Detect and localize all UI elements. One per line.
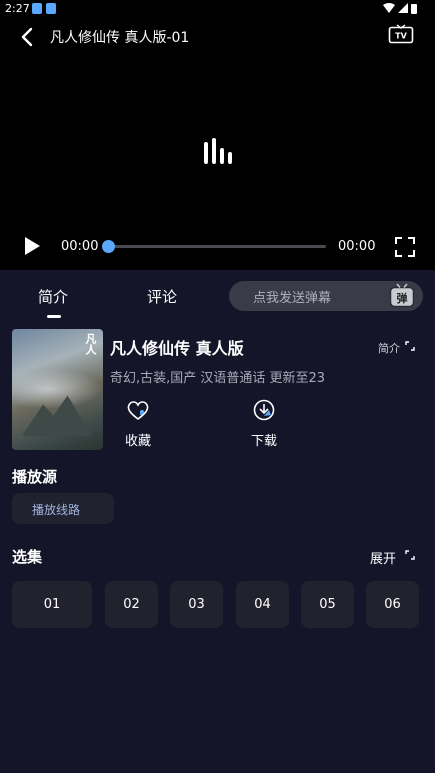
expand-corner-icon[interactable] xyxy=(405,341,415,351)
expand-episodes-link[interactable]: 展开 xyxy=(370,548,396,567)
seek-knob[interactable] xyxy=(102,240,115,253)
status-time: 2:27 xyxy=(5,2,30,15)
episode-item[interactable]: 05 xyxy=(301,581,354,628)
source-label: 播放线路 xyxy=(32,503,81,517)
video-title: 凡人修仙传 真人版-01 xyxy=(50,30,190,46)
signal-icon xyxy=(398,3,408,13)
seek-bar[interactable] xyxy=(102,240,326,253)
current-time: 00:00 xyxy=(61,239,99,254)
app-notification-icon xyxy=(46,3,56,14)
poster-caption: 凡人 xyxy=(84,333,97,355)
app-notification-icon xyxy=(32,3,42,14)
episode-item[interactable]: 01 xyxy=(12,581,92,628)
episode-item[interactable]: 03 xyxy=(170,581,223,628)
favorite-button[interactable]: 收藏 xyxy=(125,398,151,449)
episodes-heading: 选集 xyxy=(12,548,43,566)
episode-item[interactable]: 06 xyxy=(366,581,419,628)
show-poster: 凡人 xyxy=(12,329,103,450)
loading-indicator xyxy=(202,136,234,164)
battery-icon xyxy=(411,4,417,14)
tv-label: TV xyxy=(395,32,407,41)
episode-item[interactable]: 04 xyxy=(236,581,289,628)
download-button[interactable]: 下载 xyxy=(251,398,277,449)
sources-heading: 播放源 xyxy=(12,468,58,486)
show-title: 凡人修仙传 真人版 xyxy=(110,339,244,358)
wifi-icon xyxy=(383,3,395,13)
video-player[interactable]: 2:27 凡人修仙传 真人版-01 TV 00:00 00:00 xyxy=(0,0,435,270)
status-bar: 2:27 xyxy=(0,0,435,18)
back-arrow-icon[interactable] xyxy=(16,25,40,49)
active-tab-indicator xyxy=(47,315,61,318)
danmu-send-icon[interactable]: 弹 xyxy=(389,283,415,309)
intro-link[interactable]: 简介 xyxy=(378,340,400,356)
expand-corner-icon[interactable] xyxy=(405,550,415,560)
heart-icon xyxy=(127,401,149,421)
show-meta: 奇幻,古装,国产 汉语普通话 更新至23 xyxy=(110,371,326,386)
tab-intro[interactable]: 简介 xyxy=(38,286,68,307)
danmu-input[interactable]: 点我发送弹幕 弹 xyxy=(229,281,423,311)
favorite-label: 收藏 xyxy=(125,434,152,449)
tab-comments[interactable]: 评论 xyxy=(147,286,177,307)
danmu-button-label: 弹 xyxy=(397,291,408,305)
fullscreen-icon[interactable] xyxy=(395,237,415,257)
duration: 00:00 xyxy=(338,239,376,254)
danmu-placeholder: 点我发送弹幕 xyxy=(253,291,332,306)
play-icon[interactable] xyxy=(23,236,41,256)
episode-item[interactable]: 02 xyxy=(105,581,158,628)
source-chip[interactable]: 播放线路 xyxy=(12,493,114,524)
cast-tv-icon[interactable]: TV xyxy=(388,24,414,46)
download-label: 下载 xyxy=(251,434,278,449)
download-icon xyxy=(253,399,275,421)
